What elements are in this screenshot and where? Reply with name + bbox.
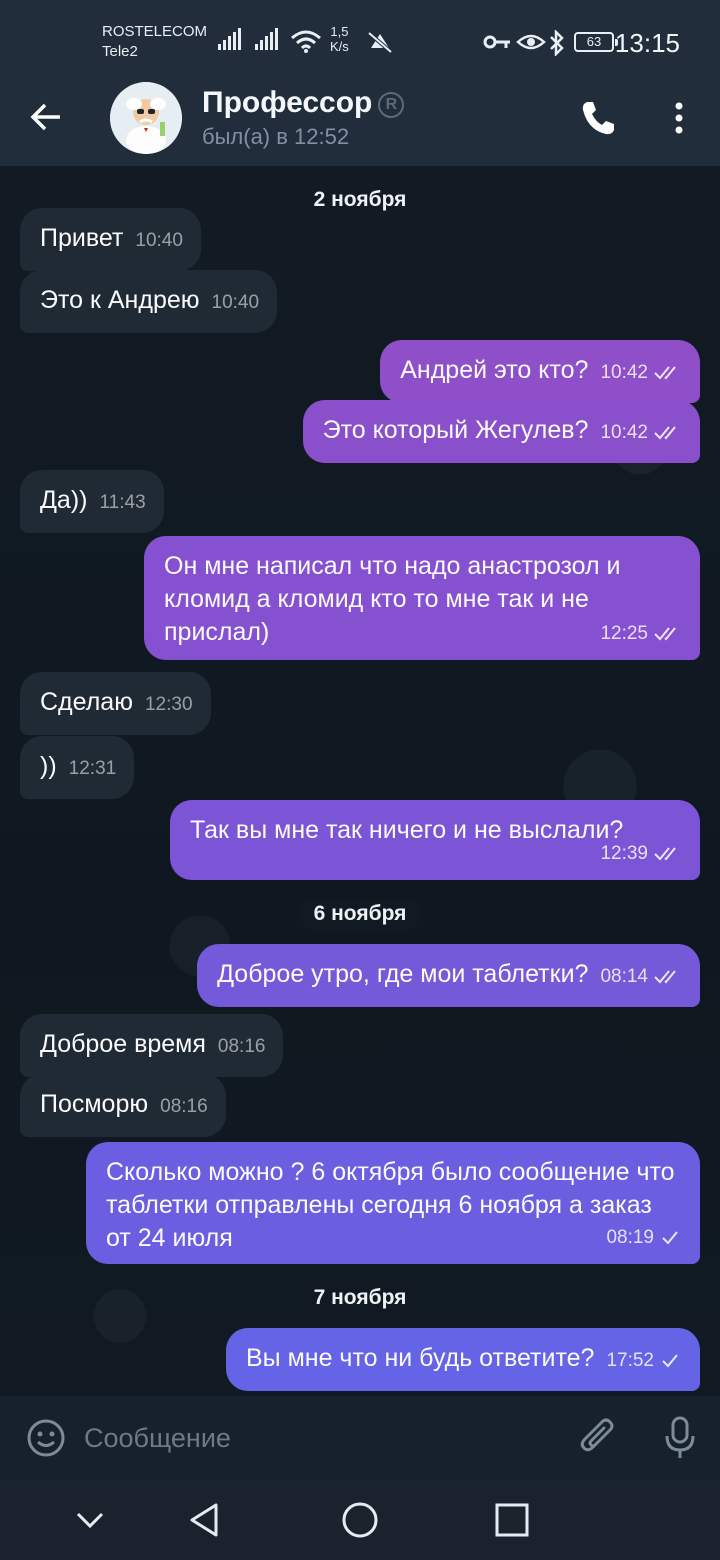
- more-vertical-icon[interactable]: [666, 98, 692, 138]
- back-arrow-icon[interactable]: [24, 94, 70, 140]
- network-speed: 1,5 K/s: [330, 24, 349, 54]
- emoji-icon[interactable]: [26, 1418, 66, 1458]
- carrier-info: ROSTELECOM Tele2: [102, 22, 207, 62]
- message-time-block: 08:19: [606, 1221, 682, 1254]
- contact-name: Профессор: [202, 86, 373, 119]
- message-text: Доброе время: [40, 1030, 206, 1058]
- message-outgoing[interactable]: Он мне написал что надо анастрозол и кло…: [144, 536, 700, 660]
- message-time: 10:42: [600, 362, 648, 383]
- message-outgoing[interactable]: Сколько можно ? 6 октября было сообщение…: [86, 1142, 700, 1264]
- message-incoming[interactable]: Сделаю 12:30: [20, 672, 211, 735]
- battery-icon: 63: [574, 32, 618, 52]
- message-time-block: 12:39: [600, 837, 682, 870]
- message-time: 08:16: [160, 1096, 208, 1117]
- message-time: 11:43: [99, 492, 146, 513]
- eye-icon: [516, 34, 546, 50]
- microphone-icon[interactable]: [660, 1414, 700, 1462]
- message-outgoing[interactable]: Вы мне что ни будь ответите? 17:52: [225, 1328, 700, 1391]
- date-label: 2 ноября: [299, 184, 421, 216]
- message-outgoing[interactable]: Доброе утро, где мои таблетки? 08:14: [197, 944, 700, 1007]
- double-check-icon: [654, 970, 676, 984]
- message-time: 08:14: [600, 966, 648, 987]
- message-time: 12:25: [600, 623, 648, 644]
- message-incoming[interactable]: Доброе время 08:16: [20, 1014, 284, 1077]
- professor-avatar-icon: [110, 82, 182, 154]
- message-text: Да)): [40, 486, 88, 514]
- double-check-icon: [654, 366, 676, 380]
- date-separator: 6 ноября: [0, 898, 720, 930]
- avatar[interactable]: [110, 82, 182, 154]
- signal-icon: [255, 28, 278, 50]
- message-time: 12:39: [600, 843, 648, 864]
- message-text: Сколько можно ? 6 октября было сообщение…: [106, 1158, 675, 1252]
- message-incoming[interactable]: Посморю 08:16: [20, 1074, 226, 1137]
- message-time: 10:40: [135, 230, 183, 251]
- message-text: Вы мне что ни будь ответите?: [245, 1344, 595, 1372]
- message-incoming[interactable]: Привет 10:40: [20, 208, 201, 271]
- message-composer: [0, 1396, 720, 1480]
- chat-header: Профессор R был(а) в 12:52: [0, 70, 720, 166]
- wifi-icon: [291, 30, 321, 53]
- back-triangle-icon[interactable]: [186, 1500, 226, 1540]
- status-time: 13:15: [614, 28, 680, 58]
- signal-icon: [218, 28, 241, 50]
- message-outgoing[interactable]: Так вы мне так ничего и не выслали? 12:3…: [170, 800, 700, 880]
- bluetooth-icon: [550, 30, 564, 56]
- last-seen: был(а) в 12:52: [202, 124, 350, 149]
- message-text: Сделаю: [40, 688, 133, 716]
- chat-title[interactable]: Профессор R: [202, 86, 405, 120]
- message-text: Андрей это кто?: [400, 356, 589, 384]
- message-time-block: 12:25: [600, 617, 682, 650]
- message-time: 10:42: [600, 422, 648, 443]
- recents-square-icon[interactable]: [492, 1500, 532, 1540]
- message-incoming[interactable]: Да)) 11:43: [20, 470, 164, 533]
- message-text: Привет: [40, 224, 124, 252]
- double-check-icon: [654, 627, 676, 641]
- message-outgoing[interactable]: Это который Жегулев? 10:42: [302, 400, 700, 463]
- registered-mark-icon: R: [378, 92, 405, 118]
- carrier-2: Tele2: [102, 43, 138, 60]
- message-incoming[interactable]: )) 12:31: [20, 736, 135, 799]
- chat-area[interactable]: 2 ноября Привет 10:40 Это к Андрею 10:40 А…: [0, 166, 720, 1396]
- message-text: Доброе утро, где мои таблетки?: [217, 960, 589, 988]
- date-separator: 7 ноября: [0, 1282, 720, 1314]
- message-text: Посморю: [40, 1090, 149, 1118]
- double-check-icon: [654, 426, 676, 440]
- date-label: 6 ноября: [299, 898, 421, 930]
- signal-group: [218, 28, 278, 50]
- phone-icon[interactable]: [578, 98, 618, 138]
- chevron-down-icon[interactable]: [70, 1500, 110, 1540]
- check-icon: [662, 1231, 678, 1245]
- carrier-1: ROSTELECOM: [102, 23, 208, 40]
- message-time: 17:52: [606, 1350, 654, 1371]
- message-time: 10:40: [211, 292, 260, 313]
- speed-value: 1,5: [330, 24, 349, 39]
- speed-unit: K/s: [330, 39, 349, 54]
- home-circle-icon[interactable]: [340, 1500, 380, 1540]
- message-text: Он мне написал что надо анастрозол и кло…: [164, 552, 621, 646]
- message-text: Это который Жегулев?: [322, 416, 589, 444]
- system-navbar: [0, 1480, 720, 1560]
- double-check-icon: [654, 847, 676, 861]
- message-text: )): [40, 752, 57, 780]
- message-time: 08:16: [217, 1036, 266, 1057]
- message-text: Так вы мне так ничего и не выслали?: [190, 816, 624, 844]
- message-outgoing[interactable]: Андрей это кто? 10:42: [380, 340, 700, 403]
- message-time: 08:19: [606, 1227, 654, 1248]
- message-time: 12:30: [144, 694, 193, 715]
- key-icon: [483, 35, 510, 49]
- attach-icon[interactable]: [578, 1416, 618, 1460]
- mute-icon: [367, 31, 393, 54]
- message-input[interactable]: [84, 1416, 544, 1460]
- check-icon: [662, 1354, 678, 1368]
- date-label: 7 ноября: [299, 1282, 421, 1314]
- message-time: 12:31: [68, 758, 117, 779]
- message-text: Это к Андрею: [40, 286, 200, 314]
- message-incoming[interactable]: Это к Андрею 10:40: [20, 270, 278, 333]
